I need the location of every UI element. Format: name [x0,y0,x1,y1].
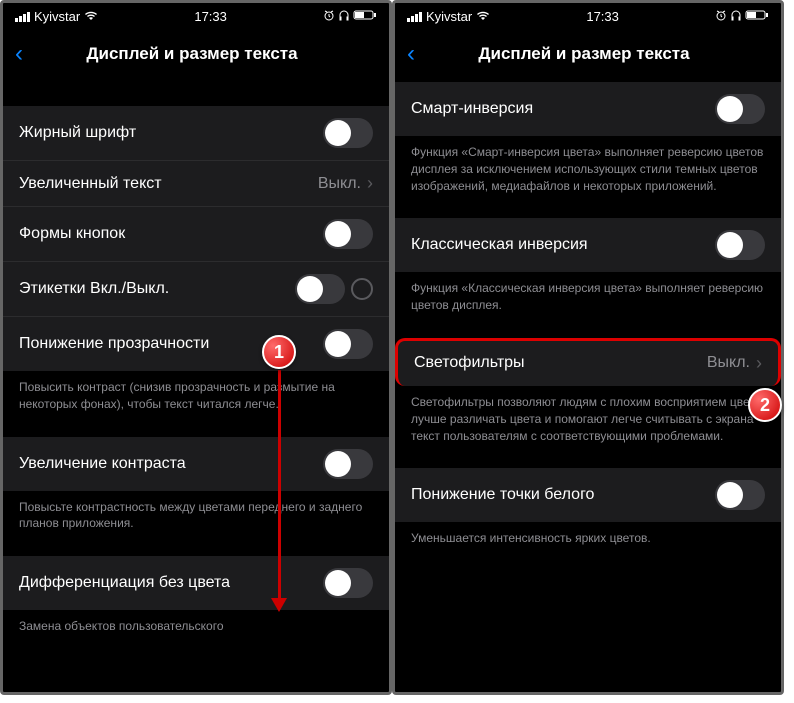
annotation-arrow-head [271,598,287,612]
alarm-icon [715,9,727,24]
battery-icon [745,9,769,24]
battery-icon [353,9,377,24]
row-onoff-labels[interactable]: Этикетки Вкл./Выкл. [3,262,389,317]
row-label: Понижение точки белого [411,486,715,504]
chevron-right-icon: › [367,173,373,194]
row-label: Классическая инверсия [411,236,715,254]
annotation-marker-2: 2 [748,388,782,422]
row-value: Выкл. [707,354,750,372]
row-label: Этикетки Вкл./Выкл. [19,280,295,298]
row-larger-text[interactable]: Увеличенный текст Выкл. › [3,161,389,207]
toggle-differentiate[interactable] [323,568,373,598]
onoff-indicator-icon [351,278,373,300]
toggle-button-shapes[interactable] [323,219,373,249]
toggle-onoff-labels[interactable] [295,274,345,304]
carrier-label: Kyivstar [34,9,80,24]
headphone-icon [730,9,742,24]
row-reduce-white[interactable]: Понижение точки белого [395,468,781,522]
wifi-icon [476,9,490,24]
toggle-reduce-white[interactable] [715,480,765,510]
row-label: Жирный шрифт [19,124,323,142]
toggle-bold-text[interactable] [323,118,373,148]
status-bar: Kyivstar 17:33 [395,3,781,30]
signal-icon [407,12,422,22]
row-label: Увеличенный текст [19,175,318,193]
footer-color-filters: Светофильтры позволяют людям с плохим во… [395,386,781,452]
annotation-marker-1: 1 [262,335,296,369]
row-label: Формы кнопок [19,225,323,243]
page-title: Дисплей и размер текста [31,44,353,64]
row-button-shapes[interactable]: Формы кнопок [3,207,389,262]
toggle-smart-invert[interactable] [715,94,765,124]
footer-increase-contrast: Повысьте контрастность между цветами пер… [3,491,389,541]
status-time: 17:33 [586,9,619,24]
footer-smart-invert: Функция «Смарт-инверсия цвета» выполняет… [395,136,781,202]
page-title: Дисплей и размер текста [423,44,745,64]
toggle-reduce-transparency[interactable] [323,329,373,359]
chevron-right-icon: › [756,353,762,374]
row-label: Смарт-инверсия [411,100,715,118]
row-differentiate[interactable]: Дифференциация без цвета [3,556,389,610]
nav-header: ‹ Дисплей и размер текста [3,30,389,78]
toggle-increase-contrast[interactable] [323,449,373,479]
carrier-label: Kyivstar [426,9,472,24]
headphone-icon [338,9,350,24]
back-button[interactable]: ‹ [407,40,415,68]
row-reduce-transparency[interactable]: Понижение прозрачности [3,317,389,371]
annotation-arrow [278,370,281,600]
row-bold-text[interactable]: Жирный шрифт [3,106,389,161]
footer-classic-invert: Функция «Классическая инверсия цвета» вы… [395,272,781,322]
footer-differentiate: Замена объектов пользовательского [3,610,389,643]
signal-icon [15,12,30,22]
footer-reduce-transparency: Повысить контраст (снизив прозрачность и… [3,371,389,421]
row-smart-invert[interactable]: Смарт-инверсия [395,82,781,136]
alarm-icon [323,9,335,24]
phone-screen-left: Kyivstar 17:33 ‹ Дисплей и размер текста… [0,0,392,695]
row-increase-contrast[interactable]: Увеличение контраста [3,437,389,491]
status-bar: Kyivstar 17:33 [3,3,389,30]
row-color-filters[interactable]: Светофильтры Выкл. › [395,338,781,386]
back-button[interactable]: ‹ [15,40,23,68]
wifi-icon [84,9,98,24]
footer-reduce-white: Уменьшается интенсивность ярких цветов. [395,522,781,555]
nav-header: ‹ Дисплей и размер текста [395,30,781,78]
row-value: Выкл. [318,175,361,193]
row-label: Светофильтры [414,354,707,372]
status-time: 17:33 [194,9,227,24]
phone-screen-right: Kyivstar 17:33 ‹ Дисплей и размер текста… [392,0,784,695]
toggle-classic-invert[interactable] [715,230,765,260]
row-classic-invert[interactable]: Классическая инверсия [395,218,781,272]
